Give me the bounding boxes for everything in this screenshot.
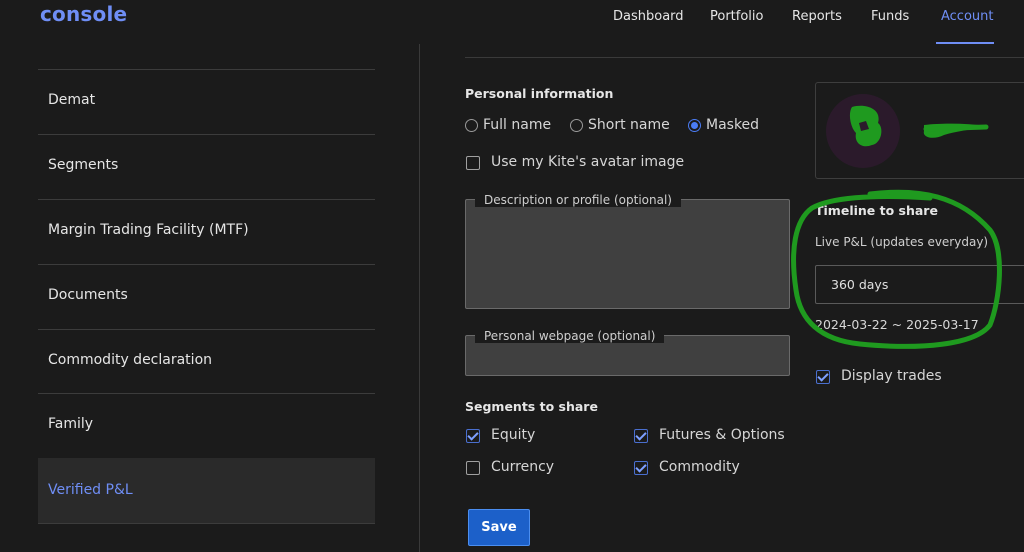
checkbox-box-checked — [634, 461, 648, 475]
timeline-title: Timeline to share — [815, 203, 938, 218]
app-header: console Dashboard Portfolio Reports Fund… — [0, 0, 1024, 44]
display-trades-checkbox[interactable]: Display trades — [816, 368, 946, 387]
sidebar-item-mtf[interactable]: Margin Trading Facility (MTF) — [38, 200, 375, 264]
nav-dashboard[interactable]: Dashboard — [613, 9, 684, 24]
segments-title: Segments to share — [465, 399, 598, 414]
sidebar-item-label: Documents — [48, 287, 128, 303]
radio-indicator — [570, 119, 583, 132]
avatar-checkbox[interactable]: Use my Kite's avatar image — [466, 154, 684, 173]
radio-indicator — [465, 119, 478, 132]
sidebar-item-commodity-declaration[interactable]: Commodity declaration — [38, 330, 375, 394]
segment-commodity-checkbox[interactable]: Commodity — [634, 459, 754, 478]
sidebar-item-label: Segments — [48, 157, 119, 173]
sidebar-item-verified-pnl[interactable]: Verified P&L — [38, 458, 375, 523]
sidebar-item-label: Margin Trading Facility (MTF) — [48, 222, 249, 238]
save-button[interactable]: Save — [468, 509, 530, 546]
nav-portfolio[interactable]: Portfolio — [710, 9, 763, 24]
sidebar-item-label: Verified P&L — [48, 482, 133, 498]
profile-preview-card — [815, 82, 1024, 179]
timeline-select-value: 360 days — [831, 277, 889, 292]
checkbox-box-checked — [634, 429, 648, 443]
checkbox-box-checked — [816, 370, 830, 384]
personal-info-title: Personal information — [465, 86, 614, 101]
description-label: Description or profile (optional) — [475, 193, 681, 207]
segment-equity-checkbox[interactable]: Equity — [466, 427, 576, 446]
description-textarea[interactable] — [466, 200, 789, 308]
sidebar-item-family[interactable]: Family — [38, 394, 375, 458]
checkbox-label: Display trades — [841, 368, 942, 384]
segment-currency-checkbox[interactable]: Currency — [466, 459, 576, 478]
sidebar-item-documents[interactable]: Documents — [38, 265, 375, 329]
nav-account[interactable]: Account — [941, 9, 994, 24]
sidebar-item-segments[interactable]: Segments — [38, 135, 375, 199]
timeline-select[interactable]: 360 days — [815, 265, 1024, 304]
checkbox-label: Equity — [491, 427, 536, 443]
top-nav: Dashboard Portfolio Reports Funds Accoun… — [0, 0, 1024, 44]
sidebar-divider — [38, 523, 375, 524]
scribbled-name-stroke — [923, 124, 989, 132]
radio-label: Full name — [483, 117, 552, 133]
sidebar-item-demat[interactable]: Demat — [38, 70, 375, 134]
checkbox-label: Commodity — [659, 459, 740, 475]
description-field[interactable] — [465, 199, 790, 309]
content-separator — [419, 44, 420, 552]
account-sidebar: Demat Segments Margin Trading Facility (… — [38, 44, 375, 552]
timeline-date-range: 2024-03-22 ~ 2025-03-17 — [815, 317, 979, 332]
checkbox-label: Use my Kite's avatar image — [491, 154, 685, 170]
sidebar-item-label: Commodity declaration — [48, 352, 213, 368]
radio-label: Masked — [706, 117, 760, 133]
segment-fno-checkbox[interactable]: Futures & Options — [634, 427, 794, 446]
content-top-divider — [465, 57, 1024, 58]
nav-funds[interactable]: Funds — [871, 9, 909, 24]
radio-label: Short name — [588, 117, 670, 133]
radio-masked[interactable]: Masked — [688, 117, 768, 135]
checkbox-box — [466, 461, 480, 475]
avatar — [826, 94, 989, 168]
checkbox-label: Futures & Options — [659, 427, 785, 443]
timeline-hint: Live P&L (updates everyday) — [815, 235, 989, 249]
checkbox-box-checked — [466, 429, 480, 443]
radio-indicator-selected — [688, 119, 701, 132]
radio-full-name[interactable]: Full name — [465, 117, 555, 135]
radio-short-name[interactable]: Short name — [570, 117, 670, 135]
sidebar-item-label: Family — [48, 416, 94, 432]
sidebar-item-label: Demat — [48, 92, 96, 108]
checkbox-box — [466, 156, 480, 170]
webpage-label: Personal webpage (optional) — [475, 329, 665, 343]
active-nav-underline — [936, 42, 994, 44]
checkbox-label: Currency — [491, 459, 555, 475]
nav-reports[interactable]: Reports — [792, 9, 842, 24]
